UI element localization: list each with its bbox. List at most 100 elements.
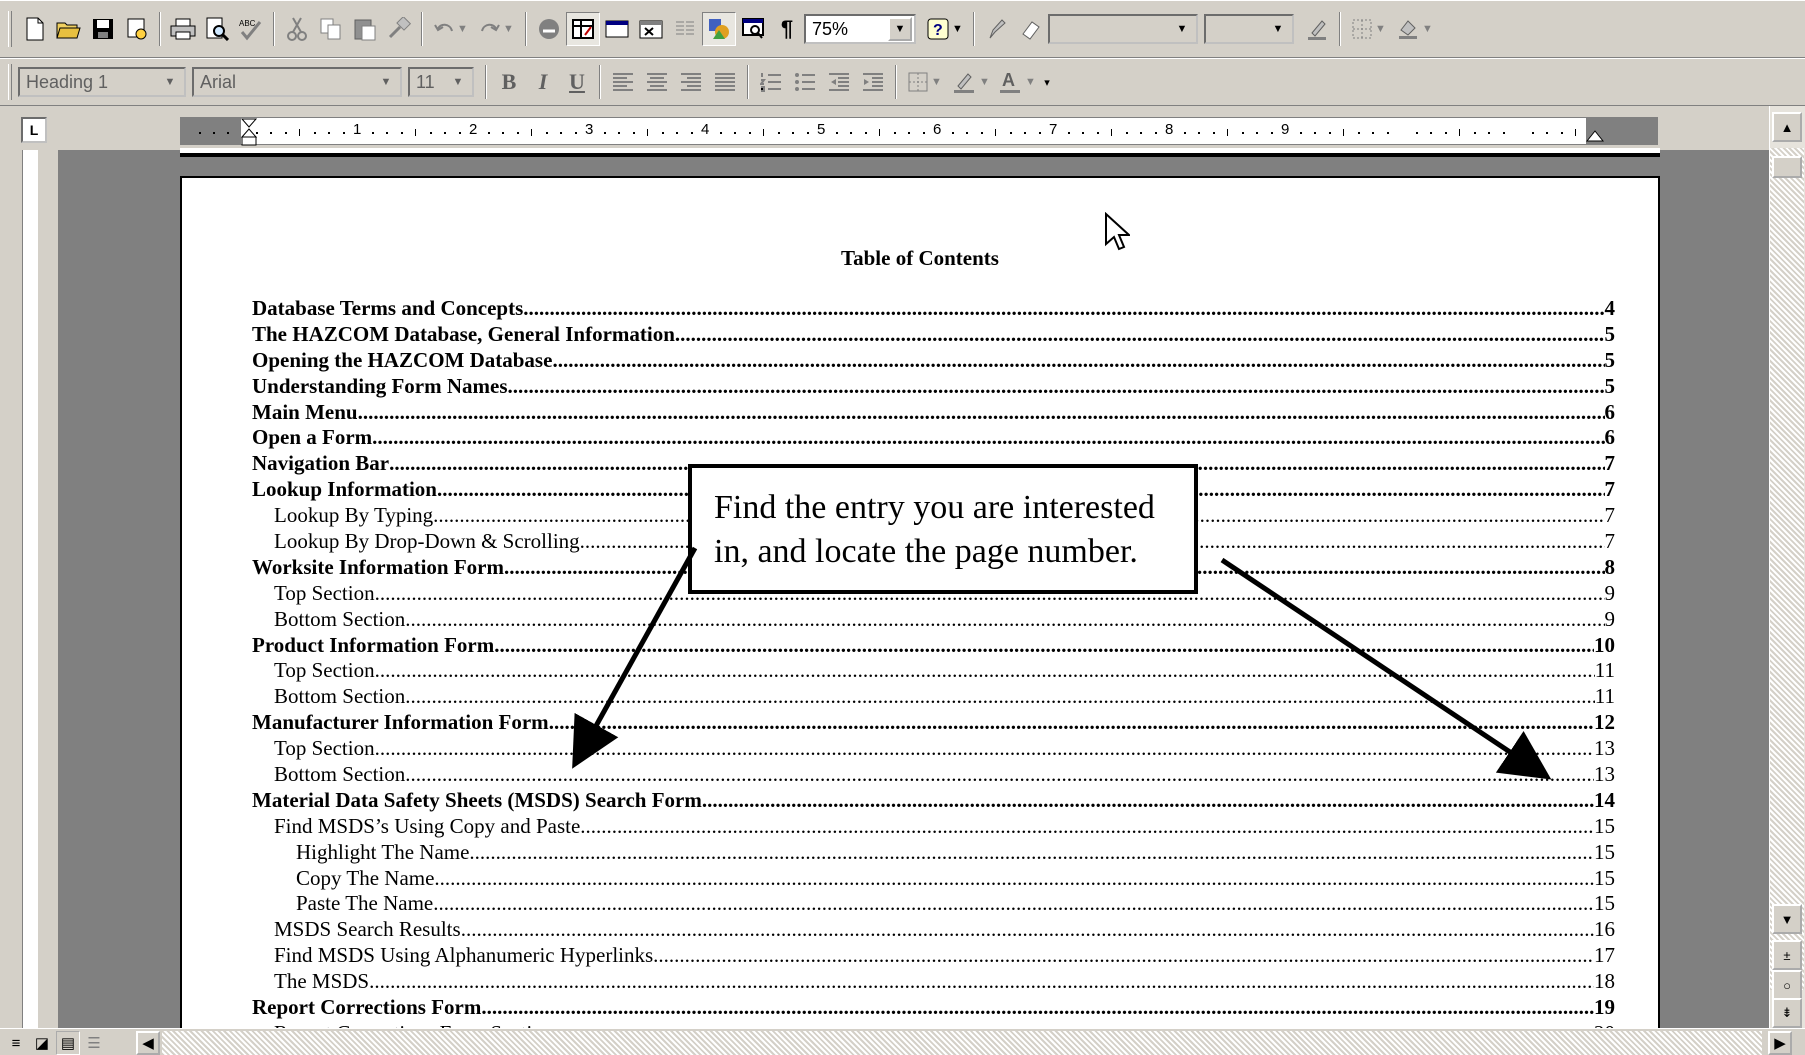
toc-entry[interactable]: Find MSDS Using Alphanumeric Hyperlinks 1…: [252, 943, 1615, 969]
left-indent-marker[interactable]: [241, 118, 257, 146]
border-color-icon[interactable]: [1300, 12, 1334, 46]
normal-view-icon[interactable]: ≡: [4, 1031, 28, 1055]
toc-entry[interactable]: Main Menu 6: [252, 400, 1615, 426]
permission-icon[interactable]: [120, 12, 154, 46]
decrease-indent-icon[interactable]: [822, 65, 856, 99]
font-box[interactable]: Arial ▼: [192, 67, 402, 97]
style-box[interactable]: Heading 1 ▼: [18, 67, 186, 97]
copy-icon[interactable]: [314, 12, 348, 46]
style-dropdown-icon[interactable]: ▼: [158, 70, 182, 94]
undo-icon[interactable]: ▼: [428, 12, 474, 46]
scroll-track[interactable]: [1770, 148, 1804, 990]
font-dropdown-icon[interactable]: ▼: [374, 70, 398, 94]
toc-entry[interactable]: Database Terms and Concepts 4: [252, 296, 1615, 322]
new-document-icon[interactable]: [18, 12, 52, 46]
help-icon[interactable]: ? ▼: [922, 12, 968, 46]
numbering-icon[interactable]: [754, 65, 788, 99]
toc-entry[interactable]: Copy The Name 15: [252, 866, 1615, 892]
toc-entry[interactable]: Open a Form 6: [252, 425, 1615, 451]
toc-entry[interactable]: Bottom Section 11: [252, 684, 1615, 710]
spelling-icon[interactable]: ABC: [234, 12, 268, 46]
toc-entry[interactable]: Top Section 11: [252, 658, 1615, 684]
toc-entry[interactable]: The MSDS 18: [252, 969, 1615, 995]
bold-button[interactable]: B: [492, 65, 526, 99]
document-map-icon[interactable]: [736, 12, 770, 46]
outside-border-icon[interactable]: ▼: [902, 65, 948, 99]
insert-excel-icon[interactable]: [634, 12, 668, 46]
line-style-dropdown-icon[interactable]: ▼: [1170, 17, 1194, 41]
borders-icon[interactable]: ▼: [1346, 12, 1392, 46]
highlight-icon[interactable]: ▼: [948, 65, 994, 99]
toolbar-options-icon[interactable]: ▾: [1040, 65, 1054, 99]
toc-entry[interactable]: MSDS Search Results 16: [252, 917, 1615, 943]
increase-indent-icon[interactable]: [856, 65, 890, 99]
scroll-down-icon[interactable]: ▼: [1772, 904, 1802, 934]
open-folder-icon[interactable]: [52, 12, 86, 46]
toc-entry[interactable]: Bottom Section 13: [252, 762, 1615, 788]
hyperlink-icon[interactable]: [532, 12, 566, 46]
columns-icon[interactable]: [668, 12, 702, 46]
print-preview-icon[interactable]: [200, 12, 234, 46]
toc-entry[interactable]: Highlight The Name 15: [252, 840, 1615, 866]
line-style-box[interactable]: ▼: [1048, 14, 1198, 44]
outline-view-icon[interactable]: ☰: [82, 1031, 106, 1055]
web-layout-view-icon[interactable]: ◪: [30, 1031, 54, 1055]
horizontal-scroll-track[interactable]: [162, 1031, 1762, 1055]
tables-and-borders-icon[interactable]: [566, 12, 600, 46]
vertical-ruler[interactable]: [12, 150, 50, 1028]
toc-entry[interactable]: Material Data Safety Sheets (MSDS) Searc…: [252, 788, 1615, 814]
document-page[interactable]: Table of Contents Database Terms and Con…: [180, 176, 1660, 1028]
toc-entry[interactable]: Report Corrections Form 19: [252, 995, 1615, 1021]
tab-selector[interactable]: L: [21, 117, 47, 143]
italic-button[interactable]: I: [526, 65, 560, 99]
vertical-scrollbar[interactable]: ▲ ▼ ± ○ ⇟: [1769, 106, 1805, 1028]
right-indent-marker[interactable]: [1586, 126, 1604, 144]
paste-icon[interactable]: [348, 12, 382, 46]
toc-entry[interactable]: Opening the HAZCOM Database 5: [252, 348, 1615, 374]
zoom-box[interactable]: 75% ▼: [804, 14, 916, 44]
save-icon[interactable]: [86, 12, 120, 46]
toc-entry[interactable]: Top Section 13: [252, 736, 1615, 762]
align-right-icon[interactable]: [674, 65, 708, 99]
scroll-up-icon[interactable]: ▲: [1772, 112, 1802, 142]
format-painter-icon[interactable]: [382, 12, 416, 46]
drawing-icon[interactable]: [702, 12, 736, 46]
bullets-icon[interactable]: [788, 65, 822, 99]
underline-button[interactable]: U: [560, 65, 594, 99]
eraser-icon[interactable]: [1014, 12, 1048, 46]
scroll-left-icon[interactable]: ◀: [136, 1031, 160, 1055]
toolbar-grip[interactable]: [8, 11, 12, 47]
insert-table-icon[interactable]: [600, 12, 634, 46]
toc-entry[interactable]: Report Corrections Form Sections 20: [252, 1021, 1615, 1028]
line-weight-box[interactable]: ▼: [1204, 14, 1294, 44]
zoom-dropdown-icon[interactable]: ▼: [888, 17, 912, 41]
toc-entry[interactable]: The HAZCOM Database, General Information…: [252, 322, 1615, 348]
toc-entry[interactable]: Manufacturer Information Form 12: [252, 710, 1615, 736]
scroll-right-icon[interactable]: ▶: [1768, 1031, 1792, 1055]
shading-icon[interactable]: ▼: [1392, 12, 1438, 46]
select-browse-object-icon[interactable]: ○: [1772, 970, 1802, 1000]
toolbar-grip[interactable]: [8, 64, 12, 100]
show-hide-icon[interactable]: ¶: [770, 12, 804, 46]
previous-page-icon[interactable]: ±: [1772, 940, 1802, 970]
align-center-icon[interactable]: [640, 65, 674, 99]
font-color-icon[interactable]: A ▼: [994, 65, 1040, 99]
pen-icon[interactable]: [980, 12, 1014, 46]
redo-icon[interactable]: ▼: [474, 12, 520, 46]
toc-entry[interactable]: Paste The Name 15: [252, 891, 1615, 917]
justify-icon[interactable]: [708, 65, 742, 99]
scroll-thumb[interactable]: [1772, 156, 1802, 178]
line-weight-dropdown-icon[interactable]: ▼: [1266, 17, 1290, 41]
print-layout-view-icon[interactable]: ▤: [56, 1031, 80, 1055]
print-icon[interactable]: [166, 12, 200, 46]
horizontal-ruler[interactable]: 1 2 3 4 5 6 7 8 9: [180, 117, 1658, 146]
font-size-dropdown-icon[interactable]: ▼: [446, 70, 470, 94]
font-size-box[interactable]: 11 ▼: [408, 67, 474, 97]
next-page-icon[interactable]: ⇟: [1772, 998, 1802, 1028]
toc-entry[interactable]: Understanding Form Names 5: [252, 374, 1615, 400]
cut-icon[interactable]: [280, 12, 314, 46]
toc-entry[interactable]: Bottom Section 9: [252, 607, 1615, 633]
align-left-icon[interactable]: [606, 65, 640, 99]
toc-entry[interactable]: Find MSDS’s Using Copy and Paste 15: [252, 814, 1615, 840]
toc-entry[interactable]: Product Information Form 10: [252, 633, 1615, 659]
